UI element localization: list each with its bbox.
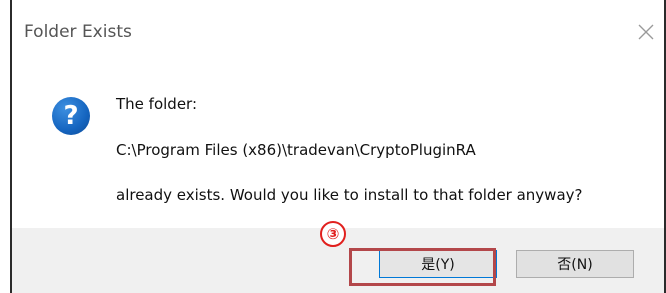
question-icon: ?	[52, 97, 90, 135]
no-button[interactable]: 否(N)	[516, 250, 634, 278]
dialog-title: Folder Exists	[24, 22, 132, 42]
folder-exists-dialog: Folder Exists ? The folder: C:\Program F…	[10, 0, 666, 293]
message-area: ? The folder: C:\Program Files (x86)\tra…	[12, 68, 664, 228]
folder-path: C:\Program Files (x86)\tradevan\CryptoPl…	[116, 141, 476, 159]
yes-button[interactable]: 是(Y)	[379, 250, 497, 278]
message-line-folder: The folder:	[116, 95, 197, 113]
close-icon[interactable]	[636, 22, 656, 42]
message-line-question: already exists. Would you like to instal…	[116, 186, 583, 204]
question-glyph: ?	[63, 101, 79, 131]
title-bar: Folder Exists	[12, 0, 664, 68]
step-3-marker: ③	[320, 221, 346, 247]
